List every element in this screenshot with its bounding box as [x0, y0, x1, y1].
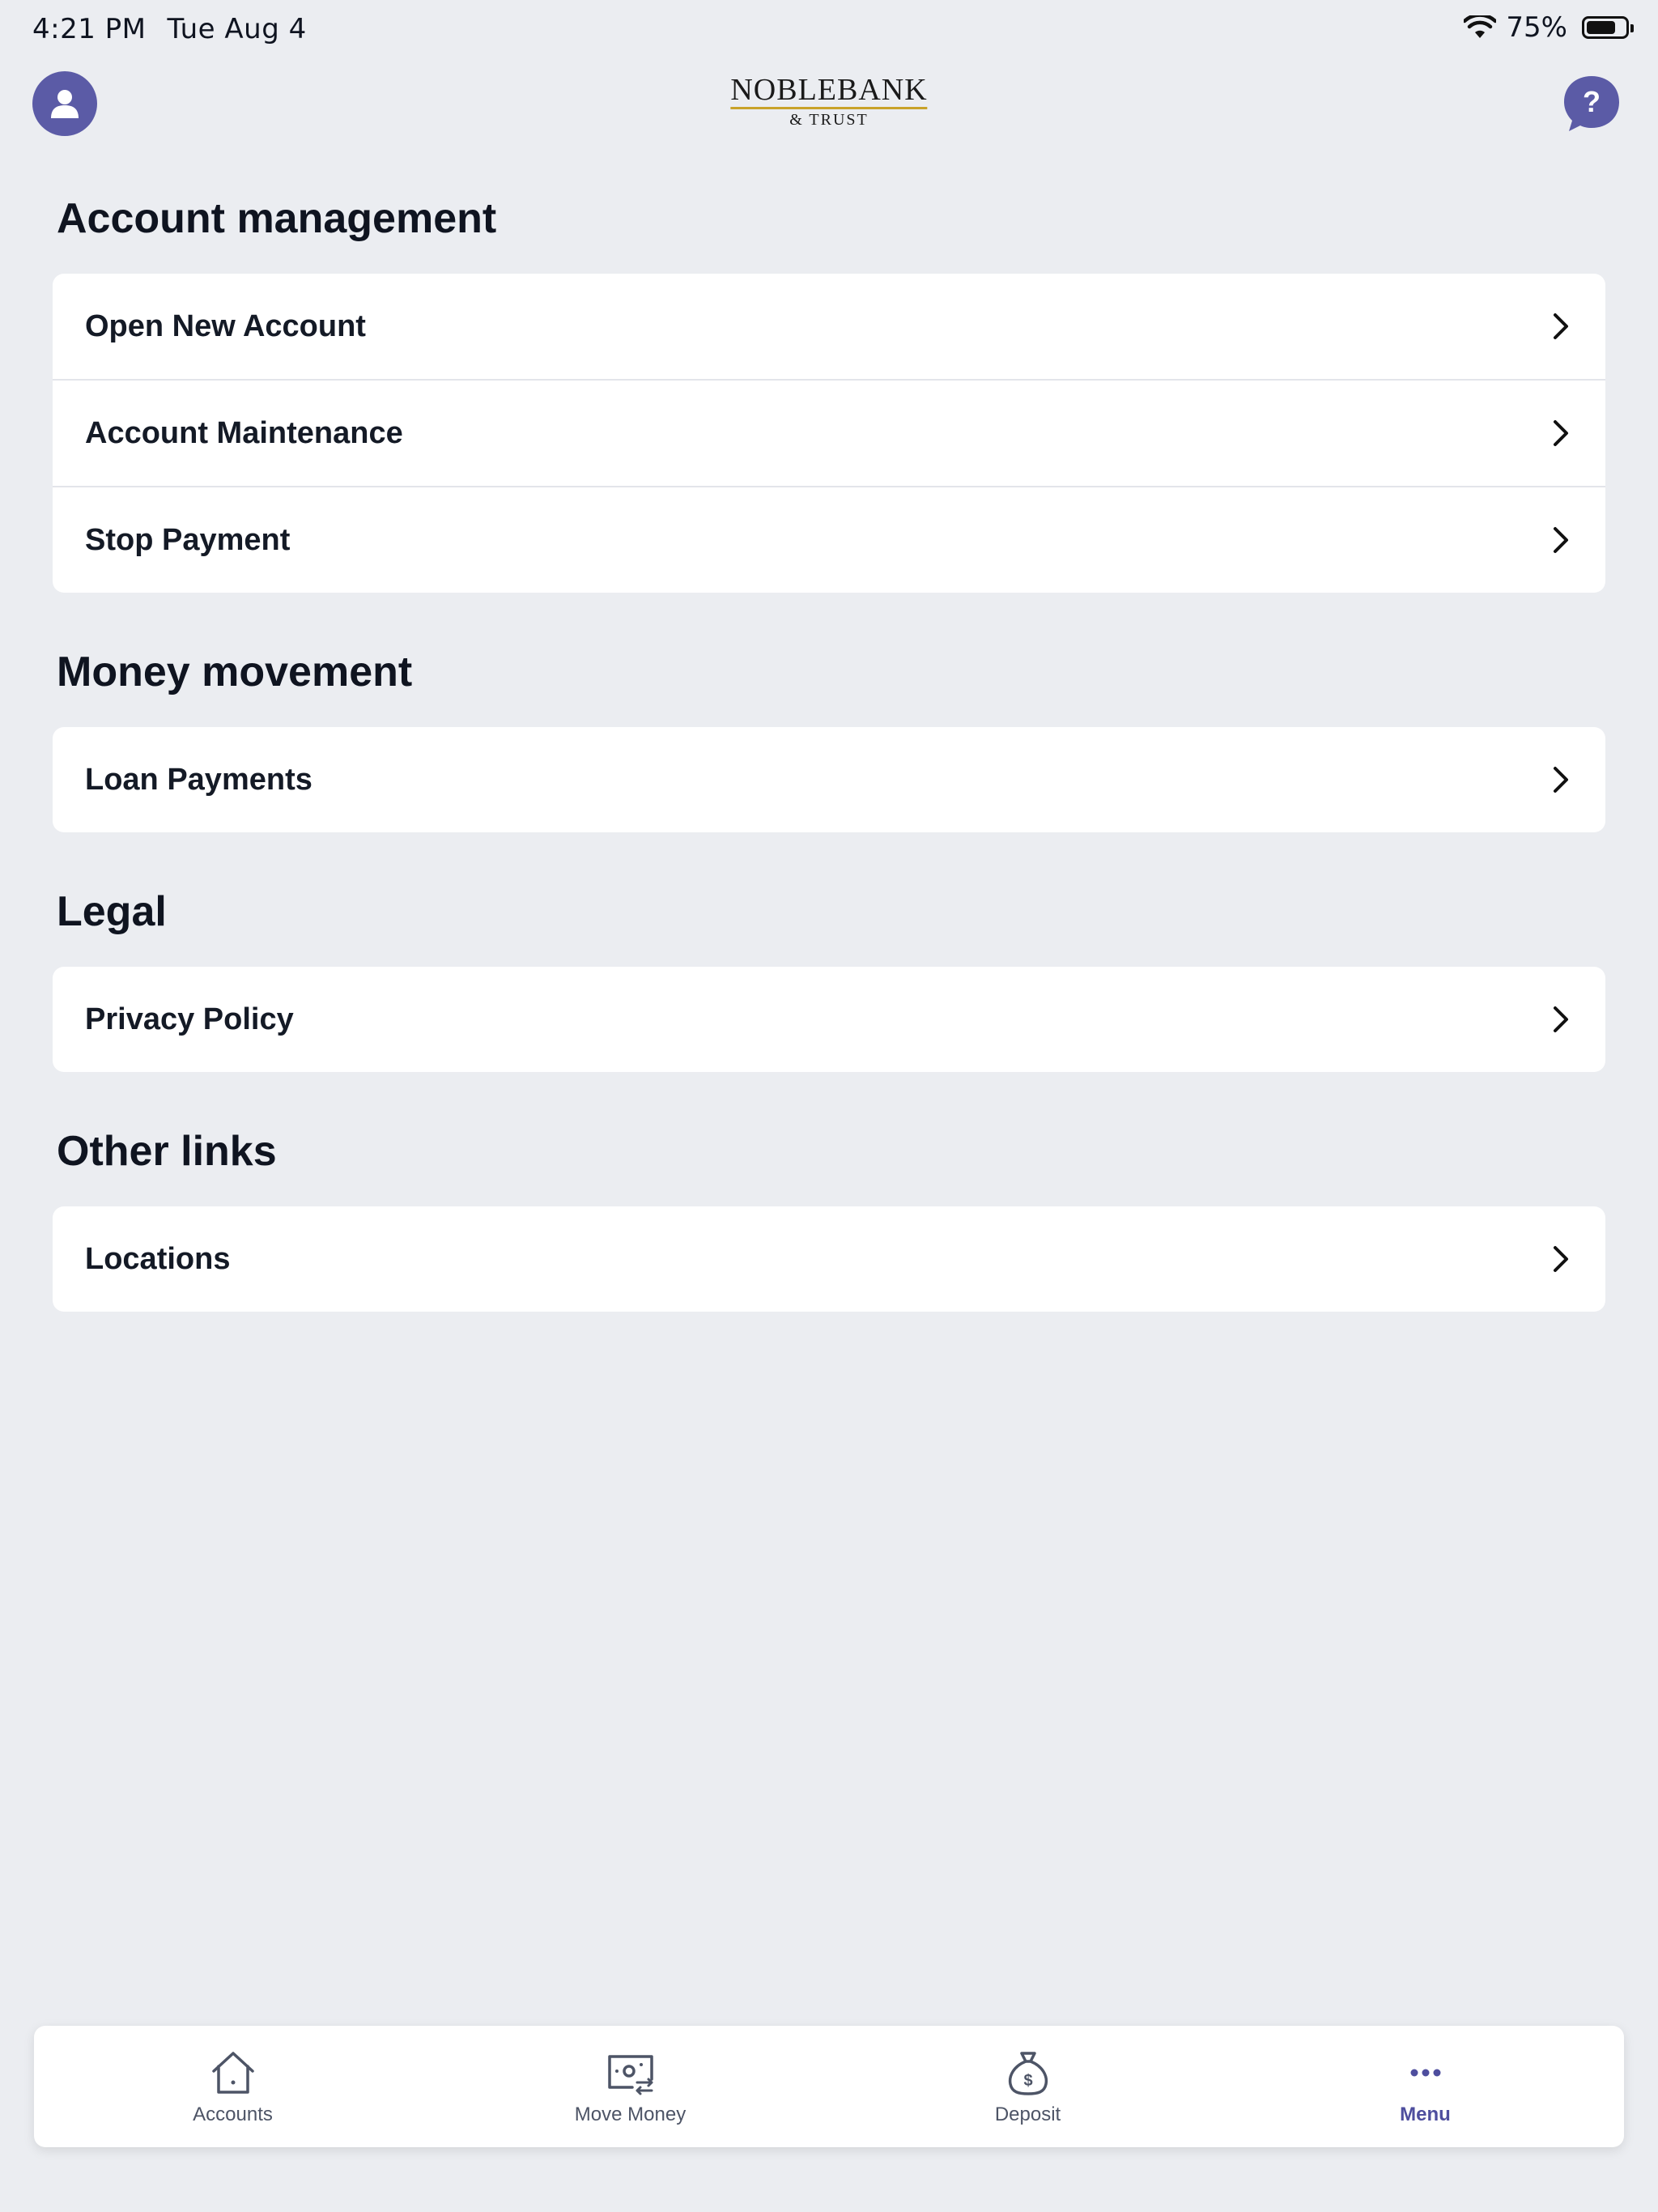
battery-percent: 75% — [1506, 11, 1567, 44]
battery-fill — [1587, 21, 1615, 34]
section-legal: Legal Privacy Policy — [53, 887, 1605, 1072]
menu-content: Account management Open New Account Acco… — [53, 194, 1605, 1367]
section-title: Money movement — [57, 649, 413, 696]
menu-item-locations[interactable]: Locations — [53, 1206, 1605, 1312]
status-bar: 4:21 PM Tue Aug 4 75% — [0, 0, 1658, 57]
menu-item-loan-payments[interactable]: Loan Payments — [53, 727, 1605, 832]
logo-main-text: NOBLEBANK — [730, 74, 928, 109]
tab-accounts[interactable]: Accounts — [34, 2026, 432, 2147]
menu-card: Privacy Policy — [53, 967, 1605, 1072]
menu-item-label: Privacy Policy — [85, 1002, 294, 1036]
chevron-right-icon — [1554, 1006, 1568, 1032]
svg-text:?: ? — [1583, 85, 1601, 118]
more-dots-icon — [1410, 2069, 1440, 2077]
home-icon — [211, 2052, 254, 2094]
chevron-right-icon — [1554, 527, 1568, 553]
status-time: 4:21 PM — [32, 13, 147, 45]
menu-item-label: Locations — [85, 1241, 231, 1276]
profile-button[interactable] — [32, 71, 97, 136]
status-time-date: 4:21 PM Tue Aug 4 — [32, 13, 328, 45]
menu-item-privacy-policy[interactable]: Privacy Policy — [53, 967, 1605, 1072]
menu-item-label: Account Maintenance — [85, 415, 403, 450]
tab-deposit[interactable]: $ Deposit — [829, 2026, 1226, 2147]
section-title: Legal — [57, 888, 167, 935]
menu-item-label: Open New Account — [85, 308, 366, 343]
wifi-icon — [1464, 15, 1497, 38]
chevron-right-icon — [1554, 767, 1568, 793]
menu-item-label: Loan Payments — [85, 762, 312, 797]
tab-menu[interactable]: Menu — [1226, 2026, 1624, 2147]
tab-label: Accounts — [193, 2104, 273, 2125]
menu-item-account-maintenance[interactable]: Account Maintenance — [53, 381, 1605, 487]
bottom-tab-bar: Accounts Move Money $ Deposit Menu — [34, 2026, 1624, 2147]
section-account-management: Account management Open New Account Acco… — [53, 194, 1605, 593]
svg-text:$: $ — [1023, 2072, 1032, 2090]
menu-card: Locations — [53, 1206, 1605, 1312]
menu-card: Open New Account Account Maintenance Sto… — [53, 274, 1605, 593]
menu-item-label: Stop Payment — [85, 522, 291, 557]
help-button[interactable]: ? — [1561, 73, 1622, 134]
money-transfer-icon — [607, 2055, 653, 2095]
tab-label: Menu — [1400, 2104, 1451, 2125]
tab-label: Move Money — [574, 2104, 687, 2125]
section-money-movement: Money movement Loan Payments — [53, 648, 1605, 832]
section-other-links: Other links Locations — [53, 1127, 1605, 1312]
money-bag-icon: $ — [1008, 2052, 1048, 2095]
battery-icon — [1582, 16, 1634, 39]
question-bubble-icon: ? — [1564, 76, 1619, 131]
menu-item-open-new-account[interactable]: Open New Account — [53, 274, 1605, 381]
logo-sub-text: & TRUST — [789, 111, 869, 129]
status-indicators: 75% — [1464, 11, 1634, 44]
chevron-right-icon — [1554, 1246, 1568, 1272]
bank-logo: NOBLEBANK & TRUST — [730, 74, 928, 130]
battery-tip — [1630, 24, 1634, 32]
menu-item-stop-payment[interactable]: Stop Payment — [53, 487, 1605, 593]
section-title: Account management — [57, 195, 497, 242]
chevron-right-icon — [1554, 313, 1568, 339]
status-date: Tue Aug 4 — [167, 13, 307, 45]
tab-move-money[interactable]: Move Money — [432, 2026, 829, 2147]
section-title: Other links — [57, 1128, 277, 1175]
menu-card: Loan Payments — [53, 727, 1605, 832]
top-nav: NOBLEBANK & TRUST ? — [0, 68, 1658, 141]
chevron-right-icon — [1554, 420, 1568, 446]
tab-label: Deposit — [994, 2104, 1061, 2125]
person-icon — [51, 90, 79, 118]
